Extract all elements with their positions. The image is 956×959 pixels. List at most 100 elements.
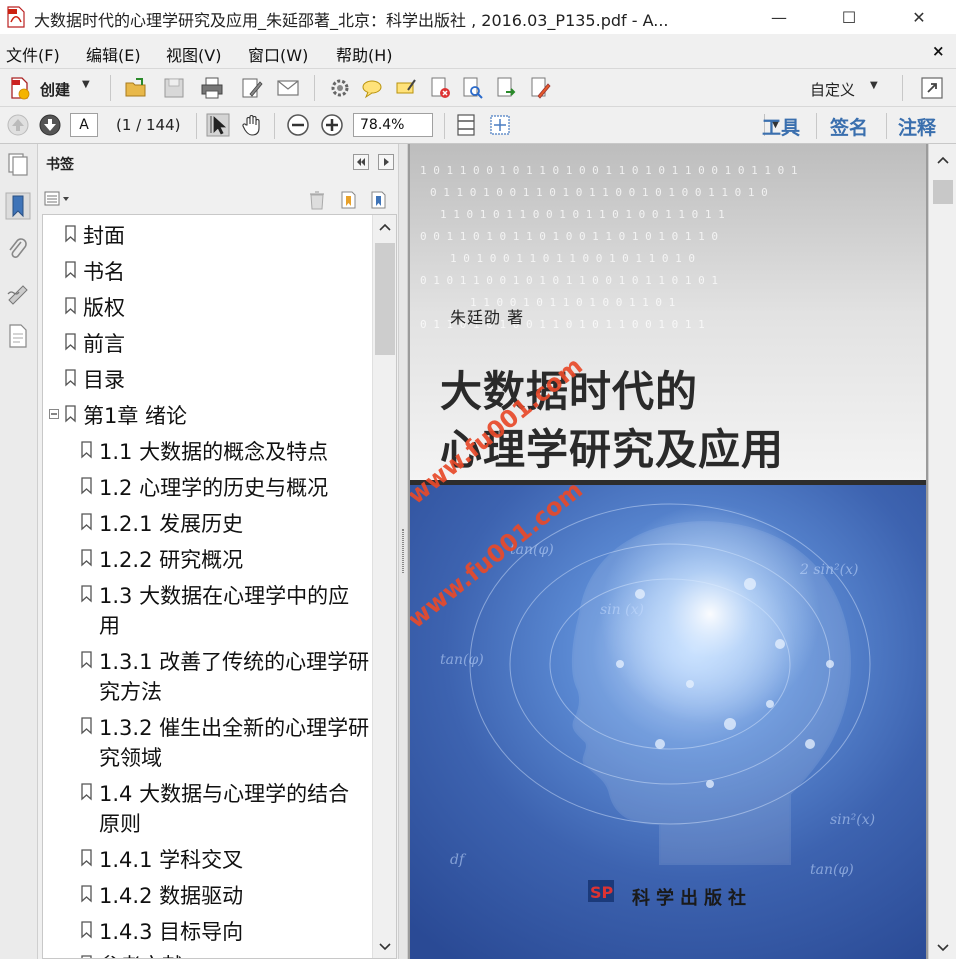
svg-text:1 1 0 1 0 1 1 0 0 1 0 1 1 0 1: 1 1 0 1 0 1 1 0 0 1 0 1 1 0 1 0 0 1 1 0 … xyxy=(440,208,725,221)
create-pdf-icon[interactable] xyxy=(8,76,32,100)
zoom-out-icon[interactable] xyxy=(286,113,310,137)
find-bookmark-icon[interactable] xyxy=(368,190,388,210)
svg-text:2 sin²(x): 2 sin²(x) xyxy=(799,562,858,578)
select-tool-icon[interactable] xyxy=(206,113,230,137)
bookmark-label: 第1章 绪论 xyxy=(83,404,188,428)
svg-text:tan(φ): tan(φ) xyxy=(810,862,854,878)
previous-page-icon[interactable] xyxy=(6,113,30,137)
document-view[interactable]: 1 0 1 1 0 0 1 0 1 1 0 1 0 0 1 1 0 1 0 1 … xyxy=(408,144,928,959)
edit-document-icon[interactable] xyxy=(240,76,264,100)
tab-tools[interactable]: 工具 xyxy=(762,113,800,140)
toolbar-divider xyxy=(110,75,111,101)
signatures-icon[interactable] xyxy=(5,280,31,308)
zoom-in-icon[interactable] xyxy=(320,113,344,137)
toolbar-divider xyxy=(816,113,817,139)
bookmark-label: 1.1 大数据的概念及特点 xyxy=(99,440,329,464)
customize-button[interactable]: 自定义 xyxy=(810,79,855,100)
delete-page-icon[interactable] xyxy=(428,76,452,100)
page-number-input[interactable]: A xyxy=(70,113,98,137)
delete-bookmark-icon[interactable] xyxy=(308,190,326,210)
expand-panel-icon[interactable] xyxy=(378,154,394,170)
bookmark-label: 目录 xyxy=(83,368,125,392)
sign-page-icon[interactable] xyxy=(528,76,552,100)
scroll-up-icon[interactable] xyxy=(935,154,951,166)
bookmarks-scroll-thumb[interactable] xyxy=(375,243,395,355)
bookmark-icon xyxy=(81,783,92,801)
book-cover-page: 1 0 1 1 0 0 1 0 1 1 0 1 0 0 1 1 0 1 0 1 … xyxy=(410,144,926,959)
open-folder-icon[interactable] xyxy=(124,76,148,100)
close-window-button[interactable]: ✕ xyxy=(896,0,942,34)
menu-file[interactable]: 文件(F) xyxy=(6,42,60,66)
menu-help[interactable]: 帮助(H) xyxy=(336,42,393,66)
navigation-pane-rail xyxy=(0,144,38,959)
menu-view[interactable]: 视图(V) xyxy=(166,42,221,66)
fit-width-icon[interactable] xyxy=(488,113,512,137)
bookmark-icon xyxy=(65,297,76,315)
bookmark-icon xyxy=(81,955,92,958)
svg-text:0 0 1 1 0 1 0 1 1 0 1 0 0 1 1: 0 0 1 1 0 1 0 1 1 0 1 0 0 1 1 0 1 0 1 0 … xyxy=(420,230,718,243)
fullscreen-icon[interactable] xyxy=(920,76,944,100)
bookmark-icon xyxy=(81,921,92,939)
page-thumbnails-icon[interactable] xyxy=(5,150,31,178)
bookmark-label: 1.3.1 改善了传统的心理学研究方法 xyxy=(99,650,370,704)
bookmark-item[interactable]: 1.3 大数据在心理学中的应用 xyxy=(43,581,373,643)
bookmark-label: 1.4 大数据与心理学的结合原则 xyxy=(99,782,350,836)
highlight-icon[interactable] xyxy=(394,76,418,100)
document-scroll-thumb[interactable] xyxy=(933,180,953,204)
bookmark-icon xyxy=(65,369,76,387)
fit-page-icon[interactable] xyxy=(454,113,478,137)
collapse-node-icon[interactable] xyxy=(49,409,59,419)
bookmark-label: 1.4.2 数据驱动 xyxy=(99,884,244,908)
bookmark-label: 1.3 大数据在心理学中的应用 xyxy=(99,584,350,638)
document-scrollbar[interactable] xyxy=(928,144,956,959)
menu-edit[interactable]: 编辑(E) xyxy=(86,42,141,66)
toolbar-divider xyxy=(886,113,887,139)
panel-splitter[interactable] xyxy=(398,144,408,959)
scroll-down-icon[interactable] xyxy=(377,941,393,953)
splitter-grip[interactable] xyxy=(402,529,404,573)
bookmark-label: 1.4.3 目标导向 xyxy=(99,920,244,944)
save-icon[interactable] xyxy=(162,76,186,100)
bookmark-label: 封面 xyxy=(83,224,125,248)
collapse-panel-icon[interactable] xyxy=(352,154,369,170)
window-title: 大数据时代的心理学研究及应用_朱延邵著_北京：科学出版社 , 2016.03_P… xyxy=(34,11,669,30)
cover-publisher: 科学出版社 xyxy=(632,888,752,909)
next-page-icon[interactable] xyxy=(38,113,62,137)
bookmarks-scrollbar[interactable] xyxy=(372,215,396,958)
bookmarks-icon[interactable] xyxy=(5,192,31,220)
print-icon[interactable] xyxy=(200,76,224,100)
bookmark-icon xyxy=(65,405,76,423)
tab-comment[interactable]: 注释 xyxy=(898,113,936,140)
bookmark-item[interactable]: 1.3.1 改善了传统的心理学研究方法 xyxy=(43,647,373,709)
new-bookmark-icon[interactable] xyxy=(338,190,358,210)
bookmark-label: 1.4.1 学科交叉 xyxy=(99,848,244,872)
page-count: (1 / 144) xyxy=(116,116,181,134)
maximize-button[interactable]: ☐ xyxy=(826,0,872,34)
tab-sign[interactable]: 签名 xyxy=(830,113,868,140)
bookmark-options-icon[interactable] xyxy=(44,190,72,208)
bookmark-item[interactable]: 1.3.2 催生出全新的心理学研究领域 xyxy=(43,713,373,775)
export-page-icon[interactable] xyxy=(494,76,518,100)
svg-text:1 0 1 0 0 1 1 0 1 1 0 0 1 0 1: 1 0 1 0 0 1 1 0 1 1 0 0 1 0 1 1 0 1 0 xyxy=(450,252,695,265)
main-toolbar: 创建 ▼ 自定义 ▼ xyxy=(0,68,956,106)
menu-window[interactable]: 窗口(W) xyxy=(248,42,308,66)
create-dropdown-icon[interactable]: ▼ xyxy=(82,79,90,90)
bookmark-icon xyxy=(81,717,92,735)
svg-text:sin²(x): sin²(x) xyxy=(830,812,875,828)
zoom-level-input[interactable]: 78.4% ▼ xyxy=(353,113,779,137)
find-page-icon[interactable] xyxy=(460,76,484,100)
attachments-icon[interactable] xyxy=(5,236,31,264)
create-button[interactable]: 创建 xyxy=(40,79,70,100)
customize-dropdown-icon[interactable]: ▼ xyxy=(870,80,878,91)
email-icon[interactable] xyxy=(276,76,300,100)
comment-icon[interactable] xyxy=(360,76,384,100)
hand-tool-icon[interactable] xyxy=(240,113,264,137)
bookmark-item[interactable]: 1.4 大数据与心理学的结合原则 xyxy=(43,779,373,841)
panel-header-buttons xyxy=(352,154,394,174)
document-layers-icon[interactable] xyxy=(5,322,31,350)
close-document-button[interactable]: × xyxy=(932,42,945,60)
minimize-button[interactable]: — xyxy=(756,0,802,34)
scroll-up-icon[interactable] xyxy=(377,221,393,233)
gear-icon[interactable] xyxy=(328,76,352,100)
scroll-down-icon[interactable] xyxy=(935,942,951,954)
